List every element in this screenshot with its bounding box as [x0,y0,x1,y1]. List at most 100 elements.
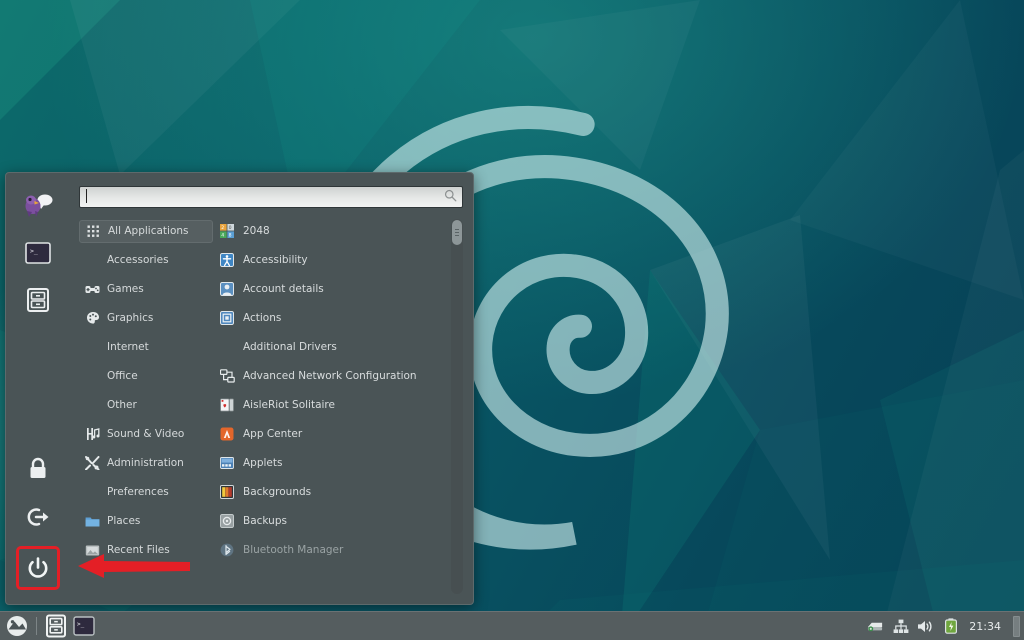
category-label: Internet [107,341,149,353]
svg-text:>_: >_ [30,247,38,255]
app-item-backgrounds[interactable]: Backgrounds [213,481,449,504]
network-config-icon [219,368,235,384]
category-games[interactable]: Games [79,278,213,301]
lock-screen-icon [30,457,45,478]
app-label: Additional Drivers [243,341,337,353]
taskbar-separator [36,617,37,635]
search-input[interactable] [79,185,463,208]
menu-button[interactable] [4,614,30,639]
network-icon[interactable] [892,618,909,635]
app-center-icon [219,426,235,442]
svg-text:8: 8 [229,232,232,238]
category-graphics[interactable]: Graphics [79,307,213,330]
application-list: 2 0 4 8 2048 Accessibility Account detai… [213,219,449,595]
app-label: AisleRiot Solitaire [243,399,335,411]
lock-screen-button[interactable] [19,450,57,488]
volume-icon[interactable] [917,618,934,635]
cards-icon [219,397,235,413]
category-label: Office [107,370,138,382]
file-manager-icon[interactable] [19,281,57,319]
app-item-actions[interactable]: Actions [213,307,449,330]
grid-icon [86,224,101,239]
category-label: Administration [107,457,184,469]
removable-media-icon[interactable] [867,618,884,635]
system-tray: 21:34 [867,615,1024,637]
gamepad-icon [85,282,100,297]
scrollbar-thumb[interactable] [452,219,462,245]
category-list: All Applications Accessories Games Graph… [79,219,213,595]
terminal-task-icon: >_ [73,616,95,636]
svg-text:2: 2 [221,225,224,231]
palette-icon [85,311,100,326]
category-administration[interactable]: Administration [79,452,213,475]
app-label: Account details [243,283,324,295]
category-internet[interactable]: Internet [79,336,213,359]
app-item-applets[interactable]: Applets [213,452,449,475]
svg-text:0: 0 [229,225,232,231]
hexchat-icon[interactable] [19,187,57,225]
actions-icon [219,310,235,326]
taskbar[interactable]: >_ 21:34 [0,611,1024,640]
blank-icon [219,339,235,355]
app-item-2048[interactable]: 2 0 4 8 2048 [213,220,449,243]
app-item-app-center[interactable]: App Center [213,423,449,446]
panel-resize-handle[interactable] [1013,615,1020,637]
logout-button[interactable] [19,498,57,536]
account-details-icon [219,281,235,297]
backgrounds-icon [219,484,235,500]
category-accessories[interactable]: Accessories [79,249,213,272]
app-item-aisleriot-solitaire[interactable]: AisleRiot Solitaire [213,394,449,417]
application-list-scrollbar[interactable] [451,218,463,594]
sound-video-icon [85,427,100,442]
power-button[interactable] [15,546,60,590]
tiles-2048-icon: 2 0 4 8 [219,223,235,239]
application-menu[interactable]: >_ All Applications Accessories Games Gr… [5,172,474,605]
applets-icon [219,455,235,471]
category-recent-files[interactable]: Recent Files [79,539,213,562]
category-sound-video[interactable]: Sound & Video [79,423,213,446]
power-icon [28,557,47,578]
menu-lists: All Applications Accessories Games Graph… [79,218,463,595]
terminal-icon[interactable]: >_ [19,234,57,272]
app-label: 2048 [243,225,270,237]
accessibility-icon [219,252,235,268]
category-places[interactable]: Places [79,510,213,533]
category-label: Other [107,399,137,411]
category-office[interactable]: Office [79,365,213,388]
category-other[interactable]: Other [79,394,213,417]
app-item-bluetooth-manager[interactable]: Bluetooth Manager [213,539,449,562]
category-label: All Applications [108,225,189,237]
app-label: Accessibility [243,254,308,266]
battery-icon[interactable] [942,618,959,635]
blank-icon [85,340,100,355]
task-terminal[interactable]: >_ [71,614,97,639]
app-item-backups[interactable]: Backups [213,510,449,533]
category-label: Accessories [107,254,169,266]
app-item-advanced-network-configuration[interactable]: Advanced Network Configuration [213,365,449,388]
menu-button-icon [7,616,27,636]
application-list-wrap: 2 0 4 8 2048 Accessibility Account detai… [213,218,463,595]
svg-text:>_: >_ [77,621,85,628]
logout-icon [27,508,48,526]
app-item-account-details[interactable]: Account details [213,278,449,301]
menu-sidebar: >_ [6,173,69,604]
blank-icon [85,253,100,268]
app-label: Actions [243,312,282,324]
app-item-accessibility[interactable]: Accessibility [213,249,449,272]
category-preferences[interactable]: Preferences [79,481,213,504]
app-item-additional-drivers[interactable]: Additional Drivers [213,336,449,359]
blank-icon [85,369,100,384]
text-caret [86,189,87,203]
category-label: Sound & Video [107,428,185,440]
blank-icon [85,398,100,413]
category-label: Graphics [107,312,154,324]
tray-clock[interactable]: 21:34 [967,620,1003,633]
task-file-manager[interactable] [43,614,69,639]
category-all-applications[interactable]: All Applications [79,219,213,243]
category-label: Places [107,515,141,527]
recent-files-icon [85,543,100,558]
search-icon[interactable] [444,189,457,202]
app-label: Advanced Network Configuration [243,370,417,382]
app-label: App Center [243,428,303,440]
category-label: Games [107,283,144,295]
